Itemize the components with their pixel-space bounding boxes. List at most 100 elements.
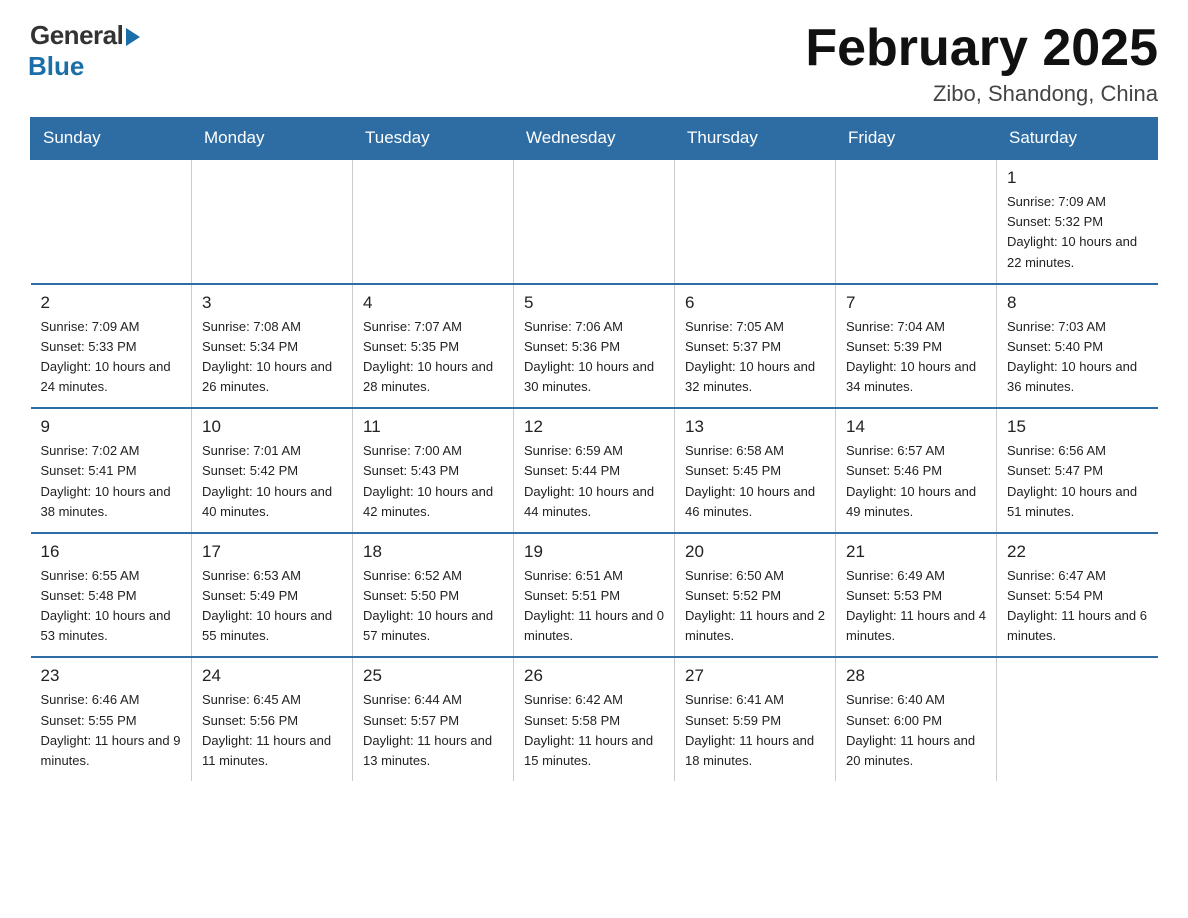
calendar-cell — [192, 159, 353, 284]
day-info: Sunrise: 6:42 AMSunset: 5:58 PMDaylight:… — [524, 690, 664, 771]
day-info: Sunrise: 7:01 AMSunset: 5:42 PMDaylight:… — [202, 441, 342, 522]
calendar-week-row: 23 Sunrise: 6:46 AMSunset: 5:55 PMDayligh… — [31, 657, 1158, 781]
day-info: Sunrise: 6:40 AMSunset: 6:00 PMDaylight:… — [846, 690, 986, 771]
day-number: 25 — [363, 666, 503, 686]
weekday-header-friday: Friday — [836, 118, 997, 160]
day-info: Sunrise: 7:04 AMSunset: 5:39 PMDaylight:… — [846, 317, 986, 398]
calendar-week-row: 9Sunrise: 7:02 AMSunset: 5:41 PMDaylight… — [31, 408, 1158, 533]
day-number: 14 — [846, 417, 986, 437]
day-number: 20 — [685, 542, 825, 562]
calendar-title: February 2025 — [805, 20, 1158, 77]
calendar-cell: 7 Sunrise: 7:04 AMSunset: 5:39 PMDaylight… — [836, 284, 997, 409]
day-info: Sunrise: 6:50 AMSunset: 5:52 PMDaylight:… — [685, 566, 825, 647]
day-number: 12 — [524, 417, 664, 437]
day-info: Sunrise: 6:58 AMSunset: 5:45 PMDaylight:… — [685, 441, 825, 522]
calendar-location: Zibo, Shandong, China — [805, 81, 1158, 107]
day-info: Sunrise: 7:02 AMSunset: 5:41 PMDaylight:… — [41, 441, 182, 522]
logo-blue-text: Blue — [28, 51, 84, 82]
logo: General Blue — [30, 20, 140, 82]
day-info: Sunrise: 6:46 AMSunset: 5:55 PMDaylight:… — [41, 690, 182, 771]
calendar-week-row: 2Sunrise: 7:09 AMSunset: 5:33 PMDaylight… — [31, 284, 1158, 409]
day-number: 11 — [363, 417, 503, 437]
calendar-cell: 22 Sunrise: 6:47 AMSunset: 5:54 PMDayligh… — [997, 533, 1158, 658]
day-number: 7 — [846, 293, 986, 313]
day-number: 5 — [524, 293, 664, 313]
day-info: Sunrise: 6:53 AMSunset: 5:49 PMDaylight:… — [202, 566, 342, 647]
day-number: 27 — [685, 666, 825, 686]
day-number: 16 — [41, 542, 182, 562]
calendar-cell: 8 Sunrise: 7:03 AMSunset: 5:40 PMDaylight… — [997, 284, 1158, 409]
calendar-cell: 19Sunrise: 6:51 AMSunset: 5:51 PMDayligh… — [514, 533, 675, 658]
calendar-cell: 24 Sunrise: 6:45 AMSunset: 5:56 PMDayligh… — [192, 657, 353, 781]
day-number: 13 — [685, 417, 825, 437]
day-info: Sunrise: 7:05 AMSunset: 5:37 PMDaylight:… — [685, 317, 825, 398]
weekday-header-saturday: Saturday — [997, 118, 1158, 160]
calendar-cell: 18Sunrise: 6:52 AMSunset: 5:50 PMDayligh… — [353, 533, 514, 658]
day-number: 21 — [846, 542, 986, 562]
day-info: Sunrise: 6:45 AMSunset: 5:56 PMDaylight:… — [202, 690, 342, 771]
calendar-cell — [353, 159, 514, 284]
logo-general-text: General — [30, 20, 123, 51]
calendar-cell: 26 Sunrise: 6:42 AMSunset: 5:58 PMDayligh… — [514, 657, 675, 781]
calendar-cell: 10 Sunrise: 7:01 AMSunset: 5:42 PMDayligh… — [192, 408, 353, 533]
weekday-header-monday: Monday — [192, 118, 353, 160]
calendar-cell — [514, 159, 675, 284]
day-info: Sunrise: 7:08 AMSunset: 5:34 PMDaylight:… — [202, 317, 342, 398]
calendar-cell: 4 Sunrise: 7:07 AMSunset: 5:35 PMDaylight… — [353, 284, 514, 409]
day-number: 15 — [1007, 417, 1148, 437]
day-info: Sunrise: 7:09 AMSunset: 5:32 PMDaylight:… — [1007, 192, 1148, 273]
title-block: February 2025 Zibo, Shandong, China — [805, 20, 1158, 107]
day-number: 4 — [363, 293, 503, 313]
calendar-cell: 9Sunrise: 7:02 AMSunset: 5:41 PMDaylight… — [31, 408, 192, 533]
calendar-header: SundayMondayTuesdayWednesdayThursdayFrid… — [31, 118, 1158, 160]
day-info: Sunrise: 6:47 AMSunset: 5:54 PMDaylight:… — [1007, 566, 1148, 647]
day-number: 3 — [202, 293, 342, 313]
calendar-week-row: 1 Sunrise: 7:09 AMSunset: 5:32 PMDaylight… — [31, 159, 1158, 284]
day-number: 10 — [202, 417, 342, 437]
calendar-cell: 25 Sunrise: 6:44 AMSunset: 5:57 PMDayligh… — [353, 657, 514, 781]
day-number: 26 — [524, 666, 664, 686]
day-info: Sunrise: 6:44 AMSunset: 5:57 PMDaylight:… — [363, 690, 503, 771]
day-number: 8 — [1007, 293, 1148, 313]
day-info: Sunrise: 7:03 AMSunset: 5:40 PMDaylight:… — [1007, 317, 1148, 398]
weekday-header-row: SundayMondayTuesdayWednesdayThursdayFrid… — [31, 118, 1158, 160]
logo-triangle-icon — [126, 28, 140, 46]
day-number: 23 — [41, 666, 182, 686]
calendar-cell: 20 Sunrise: 6:50 AMSunset: 5:52 PMDayligh… — [675, 533, 836, 658]
calendar-cell: 5 Sunrise: 7:06 AMSunset: 5:36 PMDaylight… — [514, 284, 675, 409]
calendar-cell: 6 Sunrise: 7:05 AMSunset: 5:37 PMDaylight… — [675, 284, 836, 409]
calendar-cell: 2Sunrise: 7:09 AMSunset: 5:33 PMDaylight… — [31, 284, 192, 409]
day-info: Sunrise: 6:51 AMSunset: 5:51 PMDaylight:… — [524, 566, 664, 647]
calendar-cell — [675, 159, 836, 284]
day-number: 1 — [1007, 168, 1148, 188]
day-info: Sunrise: 6:41 AMSunset: 5:59 PMDaylight:… — [685, 690, 825, 771]
day-number: 6 — [685, 293, 825, 313]
day-info: Sunrise: 6:56 AMSunset: 5:47 PMDaylight:… — [1007, 441, 1148, 522]
calendar-cell: 27 Sunrise: 6:41 AMSunset: 5:59 PMDayligh… — [675, 657, 836, 781]
calendar-cell — [997, 657, 1158, 781]
day-info: Sunrise: 6:59 AMSunset: 5:44 PMDaylight:… — [524, 441, 664, 522]
day-info: Sunrise: 6:57 AMSunset: 5:46 PMDaylight:… — [846, 441, 986, 522]
day-info: Sunrise: 7:00 AMSunset: 5:43 PMDaylight:… — [363, 441, 503, 522]
day-number: 22 — [1007, 542, 1148, 562]
page-header: General Blue February 2025 Zibo, Shandon… — [30, 20, 1158, 107]
calendar-cell: 28Sunrise: 6:40 AMSunset: 6:00 PMDayligh… — [836, 657, 997, 781]
day-info: Sunrise: 7:09 AMSunset: 5:33 PMDaylight:… — [41, 317, 182, 398]
weekday-header-wednesday: Wednesday — [514, 118, 675, 160]
weekday-header-sunday: Sunday — [31, 118, 192, 160]
calendar-table: SundayMondayTuesdayWednesdayThursdayFrid… — [30, 117, 1158, 781]
day-info: Sunrise: 7:06 AMSunset: 5:36 PMDaylight:… — [524, 317, 664, 398]
day-number: 17 — [202, 542, 342, 562]
calendar-cell — [836, 159, 997, 284]
calendar-cell: 1 Sunrise: 7:09 AMSunset: 5:32 PMDaylight… — [997, 159, 1158, 284]
calendar-cell: 17 Sunrise: 6:53 AMSunset: 5:49 PMDayligh… — [192, 533, 353, 658]
calendar-cell — [31, 159, 192, 284]
day-info: Sunrise: 7:07 AMSunset: 5:35 PMDaylight:… — [363, 317, 503, 398]
calendar-cell: 15 Sunrise: 6:56 AMSunset: 5:47 PMDayligh… — [997, 408, 1158, 533]
calendar-cell: 16Sunrise: 6:55 AMSunset: 5:48 PMDayligh… — [31, 533, 192, 658]
calendar-body: 1 Sunrise: 7:09 AMSunset: 5:32 PMDaylight… — [31, 159, 1158, 781]
calendar-cell: 12 Sunrise: 6:59 AMSunset: 5:44 PMDayligh… — [514, 408, 675, 533]
day-number: 24 — [202, 666, 342, 686]
calendar-cell: 14 Sunrise: 6:57 AMSunset: 5:46 PMDayligh… — [836, 408, 997, 533]
day-info: Sunrise: 6:52 AMSunset: 5:50 PMDaylight:… — [363, 566, 503, 647]
